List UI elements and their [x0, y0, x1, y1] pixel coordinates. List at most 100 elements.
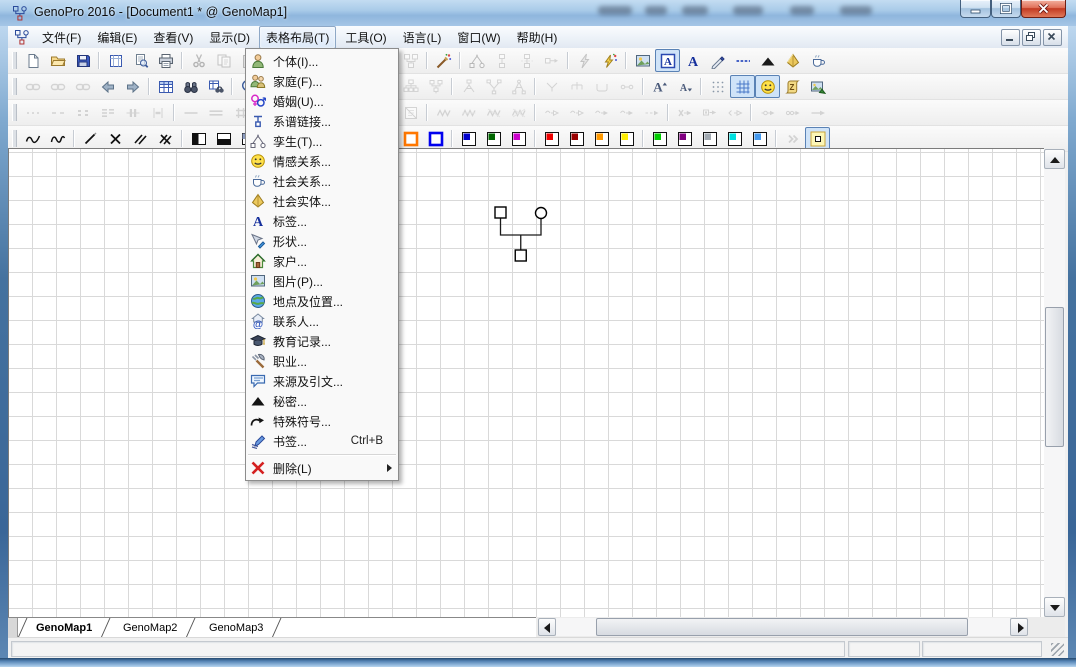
menu-item-social-rel[interactable]: 社会关系... [246, 171, 398, 191]
menu-item-delete[interactable]: 删除(L) [246, 458, 398, 478]
toolbar-button-grid[interactable] [730, 75, 755, 98]
toolbar-button-smiley[interactable] [755, 75, 780, 98]
toolbar-button-s-wave[interactable] [45, 127, 70, 150]
toolbar-button-tree-x[interactable] [456, 75, 481, 98]
toolbar-button-arrow-left[interactable] [95, 75, 120, 98]
toolbar-button-cut[interactable] [186, 49, 211, 72]
menubar-item-5[interactable]: 工具(O) [338, 26, 393, 49]
toolbar-button-arrow-right[interactable] [120, 75, 145, 98]
close-button[interactable] [1021, 0, 1066, 18]
toolbar-button-swatch-4499EE[interactable] [747, 127, 772, 150]
toolbar-button-swatch-800080[interactable] [672, 127, 697, 150]
menu-item-special[interactable]: 特殊符号... [246, 411, 398, 431]
toolbar-button-font-down[interactable]: A [672, 75, 697, 98]
toolbar-button-lightning[interactable] [572, 49, 597, 72]
toolbar-button-pen[interactable] [705, 49, 730, 72]
scroll-down-button[interactable] [1044, 597, 1065, 617]
toolbar-button-tree[interactable] [398, 49, 423, 72]
horizontal-scroll-thumb[interactable] [596, 618, 968, 636]
toolbar-button-swatch-FF9900[interactable] [589, 127, 614, 150]
menu-item-household[interactable]: 家户... [246, 251, 398, 271]
menubar-item-8[interactable]: 帮助(H) [510, 26, 565, 49]
toolbar-button-zigzag2[interactable] [456, 101, 481, 124]
menu-item-shape[interactable]: 形状... [246, 231, 398, 251]
toolbar-button-chain[interactable] [45, 75, 70, 98]
toolbar-gripper[interactable] [12, 52, 17, 69]
menu-item-education[interactable]: 教育记录... [246, 331, 398, 351]
toolbar-button-line[interactable] [178, 101, 203, 124]
toolbar-button-link-arrow[interactable] [539, 49, 564, 72]
window-resize-grip[interactable] [1051, 643, 1064, 656]
toolbar-button-pen-xx[interactable] [153, 127, 178, 150]
toolbar-button-twins[interactable] [464, 49, 489, 72]
toolbar-button-align-center-v[interactable] [145, 101, 170, 124]
toolbar-button-dline[interactable] [203, 101, 228, 124]
toolbar-button-swatch-CC00CC[interactable] [506, 127, 531, 150]
toolbar-button-v-arrow2[interactable] [614, 101, 639, 124]
toolbar-button-v-arrow[interactable] [564, 101, 589, 124]
toolbar-button-cup[interactable] [805, 49, 830, 72]
toolbar-button-export-pic[interactable] [805, 75, 830, 98]
toolbar-button-align-rows[interactable] [95, 101, 120, 124]
tab-genomap3[interactable]: GenoMap3 [191, 618, 281, 638]
menu-item-marriage[interactable]: 婚姻(U)... [246, 91, 398, 111]
genogram-male-symbol[interactable] [495, 207, 506, 218]
toolbar-button-outline-sq-0000EE[interactable] [423, 127, 448, 150]
toolbar-button-tree-v[interactable] [481, 75, 506, 98]
toolbar-button-zigzag3[interactable] [481, 101, 506, 124]
toolbar-button-scroll[interactable]: Z [780, 75, 805, 98]
toolbar-button-chain[interactable] [70, 75, 95, 98]
toolbar-button-align-colon[interactable] [70, 101, 95, 124]
menubar-item-6[interactable]: 语言(L) [396, 26, 449, 49]
toolbar-button-swatch-0000CC[interactable] [456, 127, 481, 150]
toolbar-gripper[interactable] [12, 130, 17, 147]
toolbar-button-tree-a[interactable] [506, 75, 531, 98]
toolbar-button-swatch-006600[interactable] [481, 127, 506, 150]
menu-item-place[interactable]: 地点及位置... [246, 291, 398, 311]
toolbar-button-outline-sq-FF7700[interactable] [398, 127, 423, 150]
toolbar-button-labelA-box[interactable]: A [655, 49, 680, 72]
tab-genomap1[interactable]: GenoMap1 [18, 618, 111, 638]
toolbar-button-mini-t[interactable] [564, 75, 589, 98]
toolbar-button-v-arrow[interactable] [539, 101, 564, 124]
toolbar-button-tree-box[interactable] [423, 75, 448, 98]
toolbar-button-dash-arrow[interactable] [639, 101, 664, 124]
toolbar-button-chain[interactable] [20, 75, 45, 98]
menu-item-occupation[interactable]: 职业... [246, 351, 398, 371]
toolbar-button-mini-oo[interactable] [614, 75, 639, 98]
toolbar-button-swatch-990000[interactable] [564, 127, 589, 150]
menu-item-label[interactable]: A标签... [246, 211, 398, 231]
toolbar-button-binoculars[interactable] [178, 75, 203, 98]
tab-genomap2[interactable]: GenoMap2 [106, 618, 196, 638]
toolbar-button-pen-x[interactable] [103, 127, 128, 150]
menubar-item-2[interactable]: 查看(V) [146, 26, 200, 49]
mdi-close-button[interactable] [1043, 29, 1062, 46]
toolbar-button-swatch-FFEE00[interactable] [614, 127, 639, 150]
menu-item-geno-link[interactable]: 系谱链接... [246, 111, 398, 131]
genogram-female-symbol[interactable] [536, 208, 547, 219]
toolbar-gripper[interactable] [12, 104, 17, 121]
toolbar-button-flag-box[interactable] [398, 101, 423, 124]
toolbar-button-wand[interactable] [431, 49, 456, 72]
scroll-up-button[interactable] [1044, 149, 1065, 169]
menu-item-twins[interactable]: 孪生(T)... [246, 131, 398, 151]
toolbar-button-chevron2[interactable] [780, 127, 805, 150]
menubar-item-1[interactable]: 编辑(E) [90, 26, 144, 49]
vertical-scroll-thumb[interactable] [1045, 307, 1064, 447]
toolbar-button-pyramid[interactable] [780, 49, 805, 72]
horizontal-scroll-track[interactable] [556, 618, 1010, 636]
vertical-scrollbar[interactable] [1044, 149, 1065, 617]
toolbar-button-copy[interactable] [211, 49, 236, 72]
toolbar-button-s-curve[interactable] [20, 127, 45, 150]
menu-item-picture[interactable]: 图片(P)... [246, 271, 398, 291]
toolbar-button-fill-v[interactable] [186, 127, 211, 150]
mdi-restore-button[interactable] [1022, 29, 1041, 46]
toolbar-gripper[interactable] [12, 78, 17, 95]
toolbar-button-mini-u[interactable] [589, 75, 614, 98]
toolbar-button-link-v2[interactable] [514, 49, 539, 72]
tabstrip-gripper[interactable] [8, 618, 18, 638]
toolbar-button-swatch-EE0000[interactable] [539, 127, 564, 150]
toolbar-button-open-folder[interactable] [45, 49, 70, 72]
toolbar-button-swatch-A0A8B0[interactable] [697, 127, 722, 150]
maximize-button[interactable] [991, 0, 1021, 18]
